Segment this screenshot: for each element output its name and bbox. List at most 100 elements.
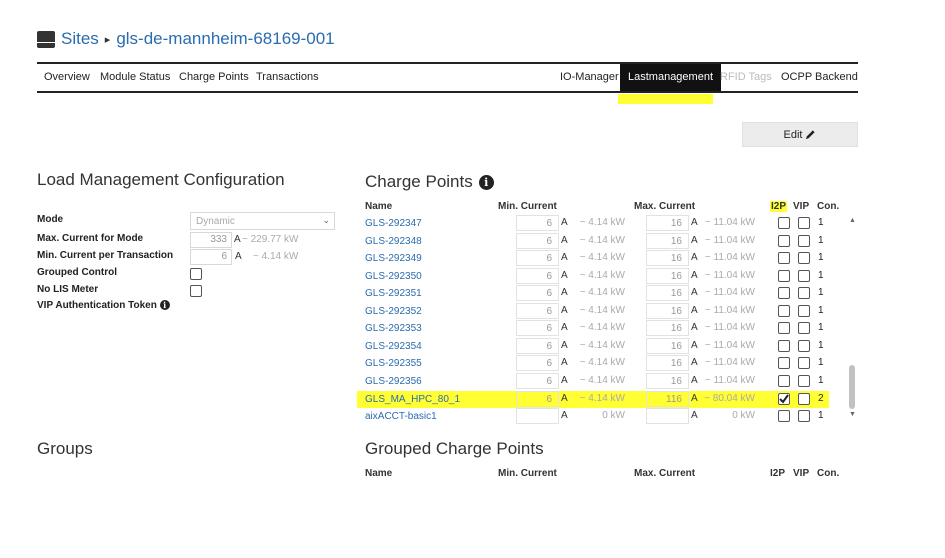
info-icon[interactable]: i <box>159 300 170 310</box>
col-vip: VIP <box>793 468 810 479</box>
table-row: GLS-292354 6 A ~ 4.14 kW 16 A ~ 11.04 kW 1 <box>365 337 845 356</box>
chevron-down-icon: ⌄ <box>322 215 330 225</box>
max-current-input[interactable]: 16 <box>646 285 689 302</box>
min-current-input[interactable]: 6 <box>190 249 232 265</box>
scroll-down-icon[interactable]: ▼ <box>849 411 856 418</box>
tab-rfid-tags[interactable]: RFID Tags <box>720 64 772 91</box>
vip-checkbox[interactable] <box>798 269 810 282</box>
breadcrumb-site-id[interactable]: gls-de-mannheim-68169-001 <box>116 29 334 49</box>
tab-ocpp-backend[interactable]: OCPP Backend <box>781 64 858 91</box>
breadcrumb-sites-link[interactable]: Sites <box>61 29 99 49</box>
i2p-checkbox[interactable] <box>778 217 790 229</box>
scroll-up-icon[interactable]: ▲ <box>849 217 856 224</box>
vip-checkbox[interactable] <box>798 392 810 405</box>
info-icon[interactable]: i <box>478 174 494 190</box>
charge-point-name-link[interactable]: aixACCT-basic1 <box>365 411 437 422</box>
max-current-input[interactable]: 16 <box>646 215 689 231</box>
max-current-kw: ~ 11.04 kW <box>704 252 755 264</box>
vip-checkbox[interactable] <box>798 234 810 247</box>
charge-point-name-link[interactable]: GLS-292356 <box>365 376 422 387</box>
max-current-input[interactable]: 116 <box>646 390 689 407</box>
vip-token-label: VIP Authentication Token i <box>37 300 170 311</box>
table-row: aixACCT-basic1 A 0 kW A 0 kW 1 <box>365 408 845 426</box>
connector-count: 1 <box>818 217 824 228</box>
tab-lastmanagement[interactable]: Lastmanagement <box>620 64 721 91</box>
charge-point-name-link[interactable]: GLS-292349 <box>365 253 422 264</box>
i2p-checkbox[interactable] <box>778 357 790 370</box>
charge-point-name-link[interactable]: GLS-292352 <box>365 306 422 317</box>
i2p-checkbox[interactable] <box>778 410 790 423</box>
max-current-input[interactable]: 333 <box>190 232 232 248</box>
col-i2p: I2P <box>770 201 788 212</box>
max-current-input[interactable]: 16 <box>646 355 689 372</box>
charge-point-name-link[interactable]: GLS-292355 <box>365 358 422 369</box>
max-current-input[interactable]: 16 <box>646 267 689 284</box>
max-current-unit: A <box>691 410 698 422</box>
max-current-input[interactable] <box>646 408 689 425</box>
min-current-input[interactable]: 6 <box>516 337 559 354</box>
vip-checkbox[interactable] <box>798 252 810 265</box>
max-current-input[interactable]: 16 <box>646 372 689 389</box>
min-current-input[interactable]: 6 <box>516 250 559 267</box>
max-current-input[interactable]: 16 <box>646 232 689 249</box>
i2p-checkbox[interactable] <box>778 269 790 282</box>
i2p-checkbox[interactable] <box>778 287 790 300</box>
tab-io-manager[interactable]: IO-Manager <box>560 64 619 91</box>
min-current-input[interactable]: 6 <box>516 372 559 389</box>
table-scrollbar[interactable]: ▲ ▼ <box>846 215 858 422</box>
min-current-input[interactable]: 6 <box>516 285 559 302</box>
min-current-input[interactable]: 6 <box>516 320 559 337</box>
i2p-checkbox[interactable] <box>778 374 790 387</box>
vip-checkbox[interactable] <box>798 339 810 352</box>
connector-count: 1 <box>818 410 824 422</box>
i2p-checkbox[interactable] <box>778 234 790 247</box>
vip-checkbox[interactable] <box>798 217 810 229</box>
max-current-input[interactable]: 16 <box>646 320 689 337</box>
min-current-input[interactable]: 6 <box>516 302 559 319</box>
min-current-kw: ~ 4.14 kW <box>579 392 625 404</box>
vip-checkbox[interactable] <box>798 374 810 387</box>
tab-module-status[interactable]: Module Status <box>100 64 170 91</box>
i2p-checkbox[interactable] <box>778 252 790 265</box>
max-current-input[interactable]: 16 <box>646 250 689 267</box>
tab-transactions[interactable]: Transactions <box>256 64 319 91</box>
mode-label: Mode <box>37 214 64 225</box>
charge-point-name-link[interactable]: GLS-292351 <box>365 288 422 299</box>
i2p-checkbox[interactable] <box>778 392 790 405</box>
tab-charge-points[interactable]: Charge Points <box>179 64 249 91</box>
edit-button[interactable]: Edit <box>742 122 858 147</box>
max-current-kw: ~ 11.04 kW <box>704 217 755 228</box>
max-current-kw: ~ 11.04 kW <box>704 322 755 334</box>
max-current-input[interactable]: 16 <box>646 302 689 319</box>
mode-select[interactable]: Dynamic ⌄ <box>190 212 335 230</box>
vip-checkbox[interactable] <box>798 322 810 335</box>
charge-point-name-link[interactable]: GLS-292350 <box>365 271 422 282</box>
vip-checkbox[interactable] <box>798 410 810 423</box>
max-current-input[interactable]: 16 <box>646 337 689 354</box>
min-current-input[interactable] <box>516 408 559 425</box>
min-current-input[interactable]: 6 <box>516 215 559 231</box>
no-lis-meter-checkbox[interactable] <box>190 285 202 297</box>
min-current-input[interactable]: 6 <box>516 355 559 372</box>
min-current-input[interactable]: 6 <box>516 267 559 284</box>
charge-point-name-link[interactable]: GLS_MA_HPC_80_1 <box>365 394 460 405</box>
tab-overview[interactable]: Overview <box>44 64 90 91</box>
vip-checkbox[interactable] <box>798 357 810 370</box>
load-management-title: Load Management Configuration <box>37 170 285 189</box>
max-current-unit: A <box>691 304 698 316</box>
vip-checkbox[interactable] <box>798 304 810 317</box>
charge-point-name-link[interactable]: GLS-292353 <box>365 323 422 334</box>
charge-point-name-link[interactable]: GLS-292347 <box>365 218 422 229</box>
scrollbar-thumb[interactable] <box>849 365 855 409</box>
i2p-checkbox[interactable] <box>778 304 790 317</box>
vip-checkbox[interactable] <box>798 287 810 300</box>
charge-point-name-link[interactable]: GLS-292348 <box>365 236 422 247</box>
table-row: GLS-292347 6 A ~ 4.14 kW 16 A ~ 11.04 kW 1 <box>365 215 845 233</box>
connector-count: 1 <box>818 357 824 369</box>
charge-point-name-link[interactable]: GLS-292354 <box>365 341 422 352</box>
min-current-input[interactable]: 6 <box>516 390 559 407</box>
min-current-input[interactable]: 6 <box>516 232 559 249</box>
i2p-checkbox[interactable] <box>778 322 790 335</box>
grouped-control-checkbox[interactable] <box>190 268 202 280</box>
i2p-checkbox[interactable] <box>778 339 790 352</box>
